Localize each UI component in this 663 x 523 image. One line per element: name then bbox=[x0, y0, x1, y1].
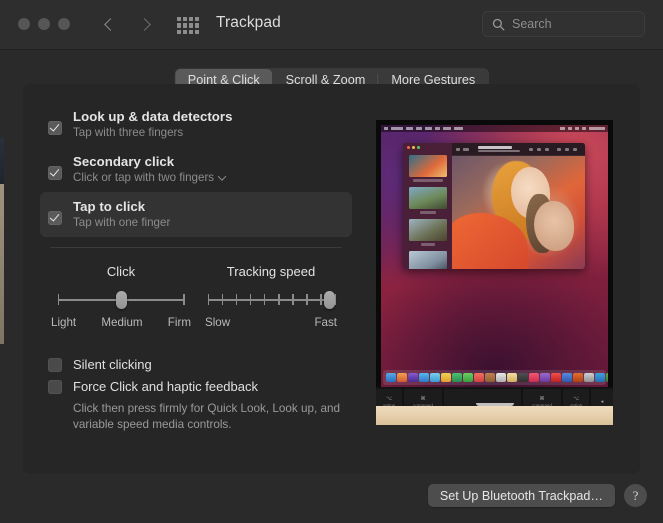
trackpad-preview-image: ⌥option ⌘command ⌘command ⌥option ◂ bbox=[376, 120, 613, 425]
slider-scale-click: Light Medium Firm bbox=[51, 316, 191, 329]
titlebar: Trackpad bbox=[0, 0, 663, 50]
slider-tracking-speed[interactable] bbox=[207, 291, 336, 309]
background-window-sliver-lower bbox=[0, 184, 4, 344]
slider-scale-tracking-speed: Slow Fast bbox=[205, 316, 337, 329]
option-subtitle-tap-to-click: Tap with one finger bbox=[73, 216, 171, 229]
option-title-tap-to-click: Tap to click bbox=[73, 199, 146, 214]
option-title-look-up: Look up & data detectors bbox=[73, 109, 233, 124]
slider-tick-fast: Fast bbox=[314, 316, 337, 329]
settings-left-column: Look up & data detectors Tap with three … bbox=[40, 102, 352, 434]
slider-tick-mark bbox=[292, 294, 294, 305]
slider-tick-mark bbox=[207, 294, 209, 305]
sliders-section: Click Light Medium Firm Tracking speed S… bbox=[40, 264, 352, 329]
macbook-palmrest bbox=[376, 403, 613, 425]
photos-app-window bbox=[403, 143, 585, 269]
photos-sidebar bbox=[403, 143, 452, 269]
slider-tick-mark bbox=[221, 294, 224, 305]
macos-menubar bbox=[381, 125, 608, 132]
slider-tick-mark bbox=[334, 294, 336, 305]
option-label-silent-clicking: Silent clicking bbox=[73, 357, 152, 372]
photo-thumbnail bbox=[409, 187, 447, 209]
chevron-right-icon bbox=[138, 17, 151, 31]
search-field[interactable] bbox=[482, 11, 645, 37]
slider-tick-mark bbox=[235, 294, 238, 305]
slider-tick-medium: Medium bbox=[101, 316, 143, 329]
show-all-icon[interactable] bbox=[177, 17, 199, 34]
slider-tick-mark bbox=[278, 294, 280, 305]
option-subtitle-secondary-click: Click or tap with two fingers bbox=[73, 171, 215, 184]
slider-tick-light: Light bbox=[51, 316, 77, 329]
slider-group-click: Click Light Medium Firm bbox=[46, 264, 196, 329]
chevron-left-icon bbox=[104, 17, 117, 31]
photos-toolbar bbox=[452, 143, 585, 156]
photos-main-area bbox=[452, 143, 585, 269]
macos-dock bbox=[383, 370, 608, 385]
option-row-force-click[interactable]: Force Click and haptic feedback bbox=[48, 379, 344, 394]
slider-tick-mark bbox=[263, 294, 266, 305]
bottom-options: Silent clicking Force Click and haptic f… bbox=[40, 357, 352, 434]
checkbox-secondary-click[interactable] bbox=[48, 166, 62, 180]
slider-label-click: Click bbox=[106, 264, 136, 279]
photo-thumbnail bbox=[409, 155, 447, 177]
footer-bar: Set Up Bluetooth Trackpad… ? bbox=[0, 475, 663, 523]
slider-tick-mark bbox=[320, 294, 322, 305]
photo-thumbnail bbox=[409, 219, 447, 241]
option-label-force-click: Force Click and haptic feedback bbox=[73, 379, 258, 394]
set-up-bluetooth-trackpad-button[interactable]: Set Up Bluetooth Trackpad… bbox=[427, 484, 615, 507]
back-button[interactable] bbox=[97, 12, 121, 36]
section-divider bbox=[50, 247, 342, 248]
checkbox-tap-to-click[interactable] bbox=[48, 211, 62, 225]
option-subtitle-look-up: Tap with three fingers bbox=[73, 126, 184, 139]
forward-button[interactable] bbox=[134, 12, 158, 36]
slider-tick-firm: Firm bbox=[167, 316, 191, 329]
page-title: Trackpad bbox=[216, 14, 281, 31]
close-button[interactable] bbox=[18, 18, 30, 30]
photo-two-people bbox=[452, 156, 585, 269]
option-title-secondary-click: Secondary click bbox=[73, 154, 175, 169]
option-row-look-up[interactable]: Look up & data detectors Tap with three … bbox=[40, 102, 352, 147]
option-row-secondary-click[interactable]: Secondary click Click or tap with two fi… bbox=[40, 147, 352, 192]
slider-tick-mark bbox=[249, 294, 252, 305]
macbook-screen bbox=[381, 125, 608, 387]
search-icon bbox=[492, 18, 505, 30]
slider-click[interactable] bbox=[57, 291, 185, 309]
checkbox-force-click[interactable] bbox=[48, 379, 62, 394]
checkbox-look-up[interactable] bbox=[48, 121, 62, 135]
window-controls bbox=[18, 18, 70, 30]
help-button[interactable]: ? bbox=[624, 484, 647, 507]
checkbox-silent-clicking[interactable] bbox=[48, 357, 62, 372]
chevron-down-icon bbox=[217, 171, 227, 181]
slider-label-tracking-speed: Tracking speed bbox=[226, 264, 316, 279]
photo-thumbnail bbox=[409, 251, 447, 269]
search-input[interactable] bbox=[512, 17, 635, 31]
wooden-desk-surface bbox=[376, 406, 613, 425]
settings-panel: Look up & data detectors Tap with three … bbox=[23, 84, 640, 474]
minimize-button[interactable] bbox=[38, 18, 50, 30]
option-row-tap-to-click[interactable]: Tap to click Tap with one finger bbox=[40, 192, 352, 237]
option-row-silent-clicking[interactable]: Silent clicking bbox=[48, 357, 344, 372]
option-popup-secondary-click[interactable]: Click or tap with two fingers bbox=[73, 171, 227, 184]
trackpad-preferences-window: Trackpad Point & Click Scroll & Zoom Mor… bbox=[0, 0, 663, 523]
zoom-button[interactable] bbox=[58, 18, 70, 30]
slider-group-tracking-speed: Tracking speed Slow Fast bbox=[196, 264, 346, 329]
slider-knob-tracking-speed[interactable] bbox=[323, 291, 335, 309]
slider-tick-slow: Slow bbox=[205, 316, 231, 329]
slider-tick-mark bbox=[306, 294, 308, 305]
background-window-sliver bbox=[0, 138, 4, 184]
slider-knob-click[interactable] bbox=[115, 291, 127, 309]
force-click-description: Click then press firmly for Quick Look, … bbox=[73, 402, 340, 432]
